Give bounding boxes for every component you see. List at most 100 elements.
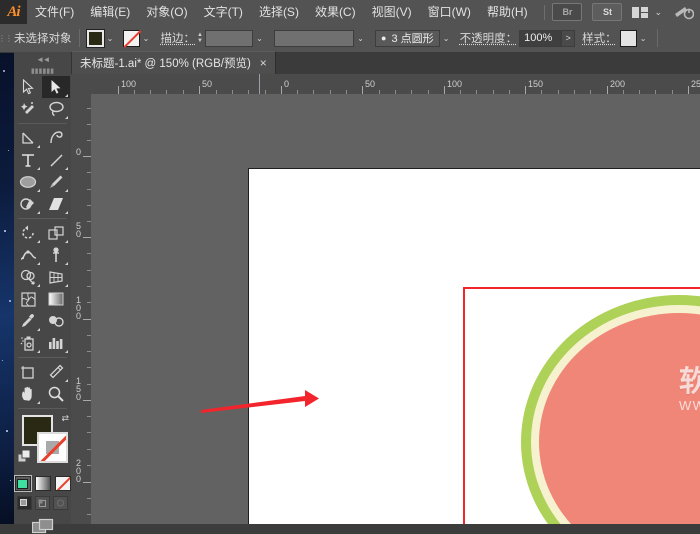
stroke-color-swatch[interactable] xyxy=(123,30,140,47)
tools-panel-drag-handle[interactable]: ▮▮▮▮▮▮ xyxy=(14,66,71,76)
color-mode-buttons xyxy=(14,476,71,491)
fill-color-swatch[interactable] xyxy=(87,30,104,47)
menu-window[interactable]: 窗口(W) xyxy=(420,0,479,24)
shape-builder-tool[interactable] xyxy=(14,266,42,288)
tool-flyout-triangle-icon xyxy=(37,189,40,192)
gradient-mode-button[interactable] xyxy=(35,476,51,491)
width-tool[interactable] xyxy=(14,244,42,266)
hand-tool[interactable] xyxy=(14,383,42,405)
direct-selection-tool[interactable] xyxy=(42,76,70,98)
stroke-color-box[interactable] xyxy=(37,432,68,463)
tool-flyout-triangle-icon xyxy=(65,116,68,119)
blend-tool[interactable] xyxy=(42,310,70,332)
mesh-tool[interactable] xyxy=(14,288,42,310)
draw-normal-button[interactable] xyxy=(17,496,32,510)
document-canvas[interactable]: 软件自学网 WWW.RJZXW.COM xyxy=(91,94,700,524)
vertical-ruler[interactable]: 0 50 100 150 200 250 xyxy=(71,94,92,524)
menu-object[interactable]: 对象(O) xyxy=(138,0,195,24)
opacity-input[interactable]: 100% xyxy=(519,30,561,47)
rotate-tool[interactable] xyxy=(14,222,42,244)
menu-view[interactable]: 视图(V) xyxy=(364,0,420,24)
draw-inside-button[interactable] xyxy=(53,496,68,510)
symbol-sprayer-tool[interactable] xyxy=(14,332,42,354)
slice-tool[interactable] xyxy=(42,361,70,383)
default-fill-stroke-icon[interactable] xyxy=(18,450,31,466)
stroke-profile-input[interactable] xyxy=(274,30,354,47)
line-segment-tool[interactable] xyxy=(42,149,70,171)
change-screen-mode-button[interactable] xyxy=(14,518,71,534)
opacity-label[interactable]: 不透明度： xyxy=(460,30,518,46)
free-transform-tool[interactable] xyxy=(42,244,70,266)
brush-definition-select[interactable]: ● 3 点圆形 xyxy=(375,30,440,47)
arrange-documents-icon[interactable] xyxy=(632,7,648,18)
draw-behind-button[interactable] xyxy=(35,496,50,510)
stroke-dropdown-chevron-icon[interactable]: ⌄ xyxy=(140,30,153,47)
menu-type[interactable]: 文字(T) xyxy=(196,0,251,24)
horizontal-ruler[interactable]: 100 50 0 50 100 150 200 250 300 xyxy=(91,74,700,95)
stroke-weight-input[interactable] xyxy=(205,30,253,47)
menu-divider xyxy=(544,5,545,20)
bridge-button[interactable]: Br xyxy=(552,3,582,21)
menu-effect[interactable]: 效果(C) xyxy=(307,0,364,24)
app-logo-icon: Ai xyxy=(0,0,27,24)
style-label[interactable]: 样式： xyxy=(582,30,617,46)
tool-flyout-triangle-icon xyxy=(65,350,68,353)
workspace-switcher-icon[interactable] xyxy=(674,5,694,20)
zoom-tool[interactable] xyxy=(42,383,70,405)
ruler-corner[interactable] xyxy=(71,74,92,95)
tool-flyout-triangle-icon xyxy=(65,379,68,382)
fill-stroke-control: ⇄ xyxy=(14,413,71,473)
ellipse-tool[interactable] xyxy=(14,171,42,193)
tool-flyout-triangle-icon xyxy=(65,167,68,170)
gradient-tool[interactable] xyxy=(42,288,70,310)
fill-dropdown-chevron-icon[interactable]: ⌄ xyxy=(104,30,117,47)
swap-fill-stroke-icon[interactable]: ⇄ xyxy=(61,413,69,424)
type-tool[interactable] xyxy=(14,149,42,171)
menu-select[interactable]: 选择(S) xyxy=(251,0,307,24)
stroke-weight-label[interactable]: 描边： xyxy=(161,30,196,46)
stroke-weight-chevron-icon[interactable]: ⌄ xyxy=(253,30,266,47)
none-mode-button[interactable] xyxy=(55,476,71,491)
tool-flyout-triangle-icon xyxy=(37,284,40,287)
scale-tool[interactable] xyxy=(42,222,70,244)
lasso-tool[interactable] xyxy=(42,98,70,120)
graphic-style-swatch[interactable] xyxy=(620,30,637,47)
brush-dot-icon: ● xyxy=(381,33,386,43)
menu-bar: Ai 文件(F) 编辑(E) 对象(O) 文字(T) 选择(S) 效果(C) 视… xyxy=(0,0,700,25)
eyedropper-tool[interactable] xyxy=(14,310,42,332)
tool-flyout-triangle-icon xyxy=(37,167,40,170)
artboard[interactable]: 软件自学网 WWW.RJZXW.COM xyxy=(248,168,700,524)
opacity-popup-button[interactable]: > xyxy=(561,30,575,47)
style-chevron-icon[interactable]: ⌄ xyxy=(637,30,650,47)
tools-grid-4 xyxy=(14,361,71,405)
artboard-tool[interactable] xyxy=(14,361,42,383)
document-tab[interactable]: 未标题-1.ai* @ 150% (RGB/预览) × xyxy=(72,51,276,74)
control-divider-end xyxy=(657,29,658,47)
shaper-tool[interactable] xyxy=(14,193,42,215)
stroke-weight-stepper[interactable]: ▲▼ xyxy=(195,30,205,47)
color-mode-button[interactable] xyxy=(15,476,31,491)
menu-edit[interactable]: 编辑(E) xyxy=(82,0,138,24)
tool-flyout-triangle-icon xyxy=(65,94,68,97)
tool-flyout-triangle-icon xyxy=(37,262,40,265)
magic-wand-tool[interactable] xyxy=(14,98,42,120)
menu-help[interactable]: 帮助(H) xyxy=(479,0,536,24)
annotation-arrow-icon xyxy=(201,386,321,419)
close-icon[interactable]: × xyxy=(260,57,267,69)
selection-tool[interactable] xyxy=(14,76,42,98)
menu-file[interactable]: 文件(F) xyxy=(27,0,82,24)
curvature-tool[interactable] xyxy=(42,127,70,149)
eraser-tool[interactable] xyxy=(42,193,70,215)
pen-tool[interactable] xyxy=(14,127,42,149)
stroke-profile-chevron-icon[interactable]: ⌄ xyxy=(354,30,367,47)
paintbrush-tool[interactable] xyxy=(42,171,70,193)
selection-status-label: 未选择对象 xyxy=(14,30,72,46)
perspective-grid-tool[interactable] xyxy=(42,266,70,288)
column-graph-tool[interactable] xyxy=(42,332,70,354)
tool-flyout-triangle-icon xyxy=(65,240,68,243)
control-bar-grip[interactable]: ⋮⋮ xyxy=(0,24,10,52)
brush-chevron-icon[interactable]: ⌄ xyxy=(440,30,453,47)
stock-button[interactable]: St xyxy=(592,3,622,21)
chevron-down-icon[interactable]: ⌄ xyxy=(654,7,662,18)
tools-panel-grip[interactable]: ◄◄ xyxy=(14,52,71,66)
